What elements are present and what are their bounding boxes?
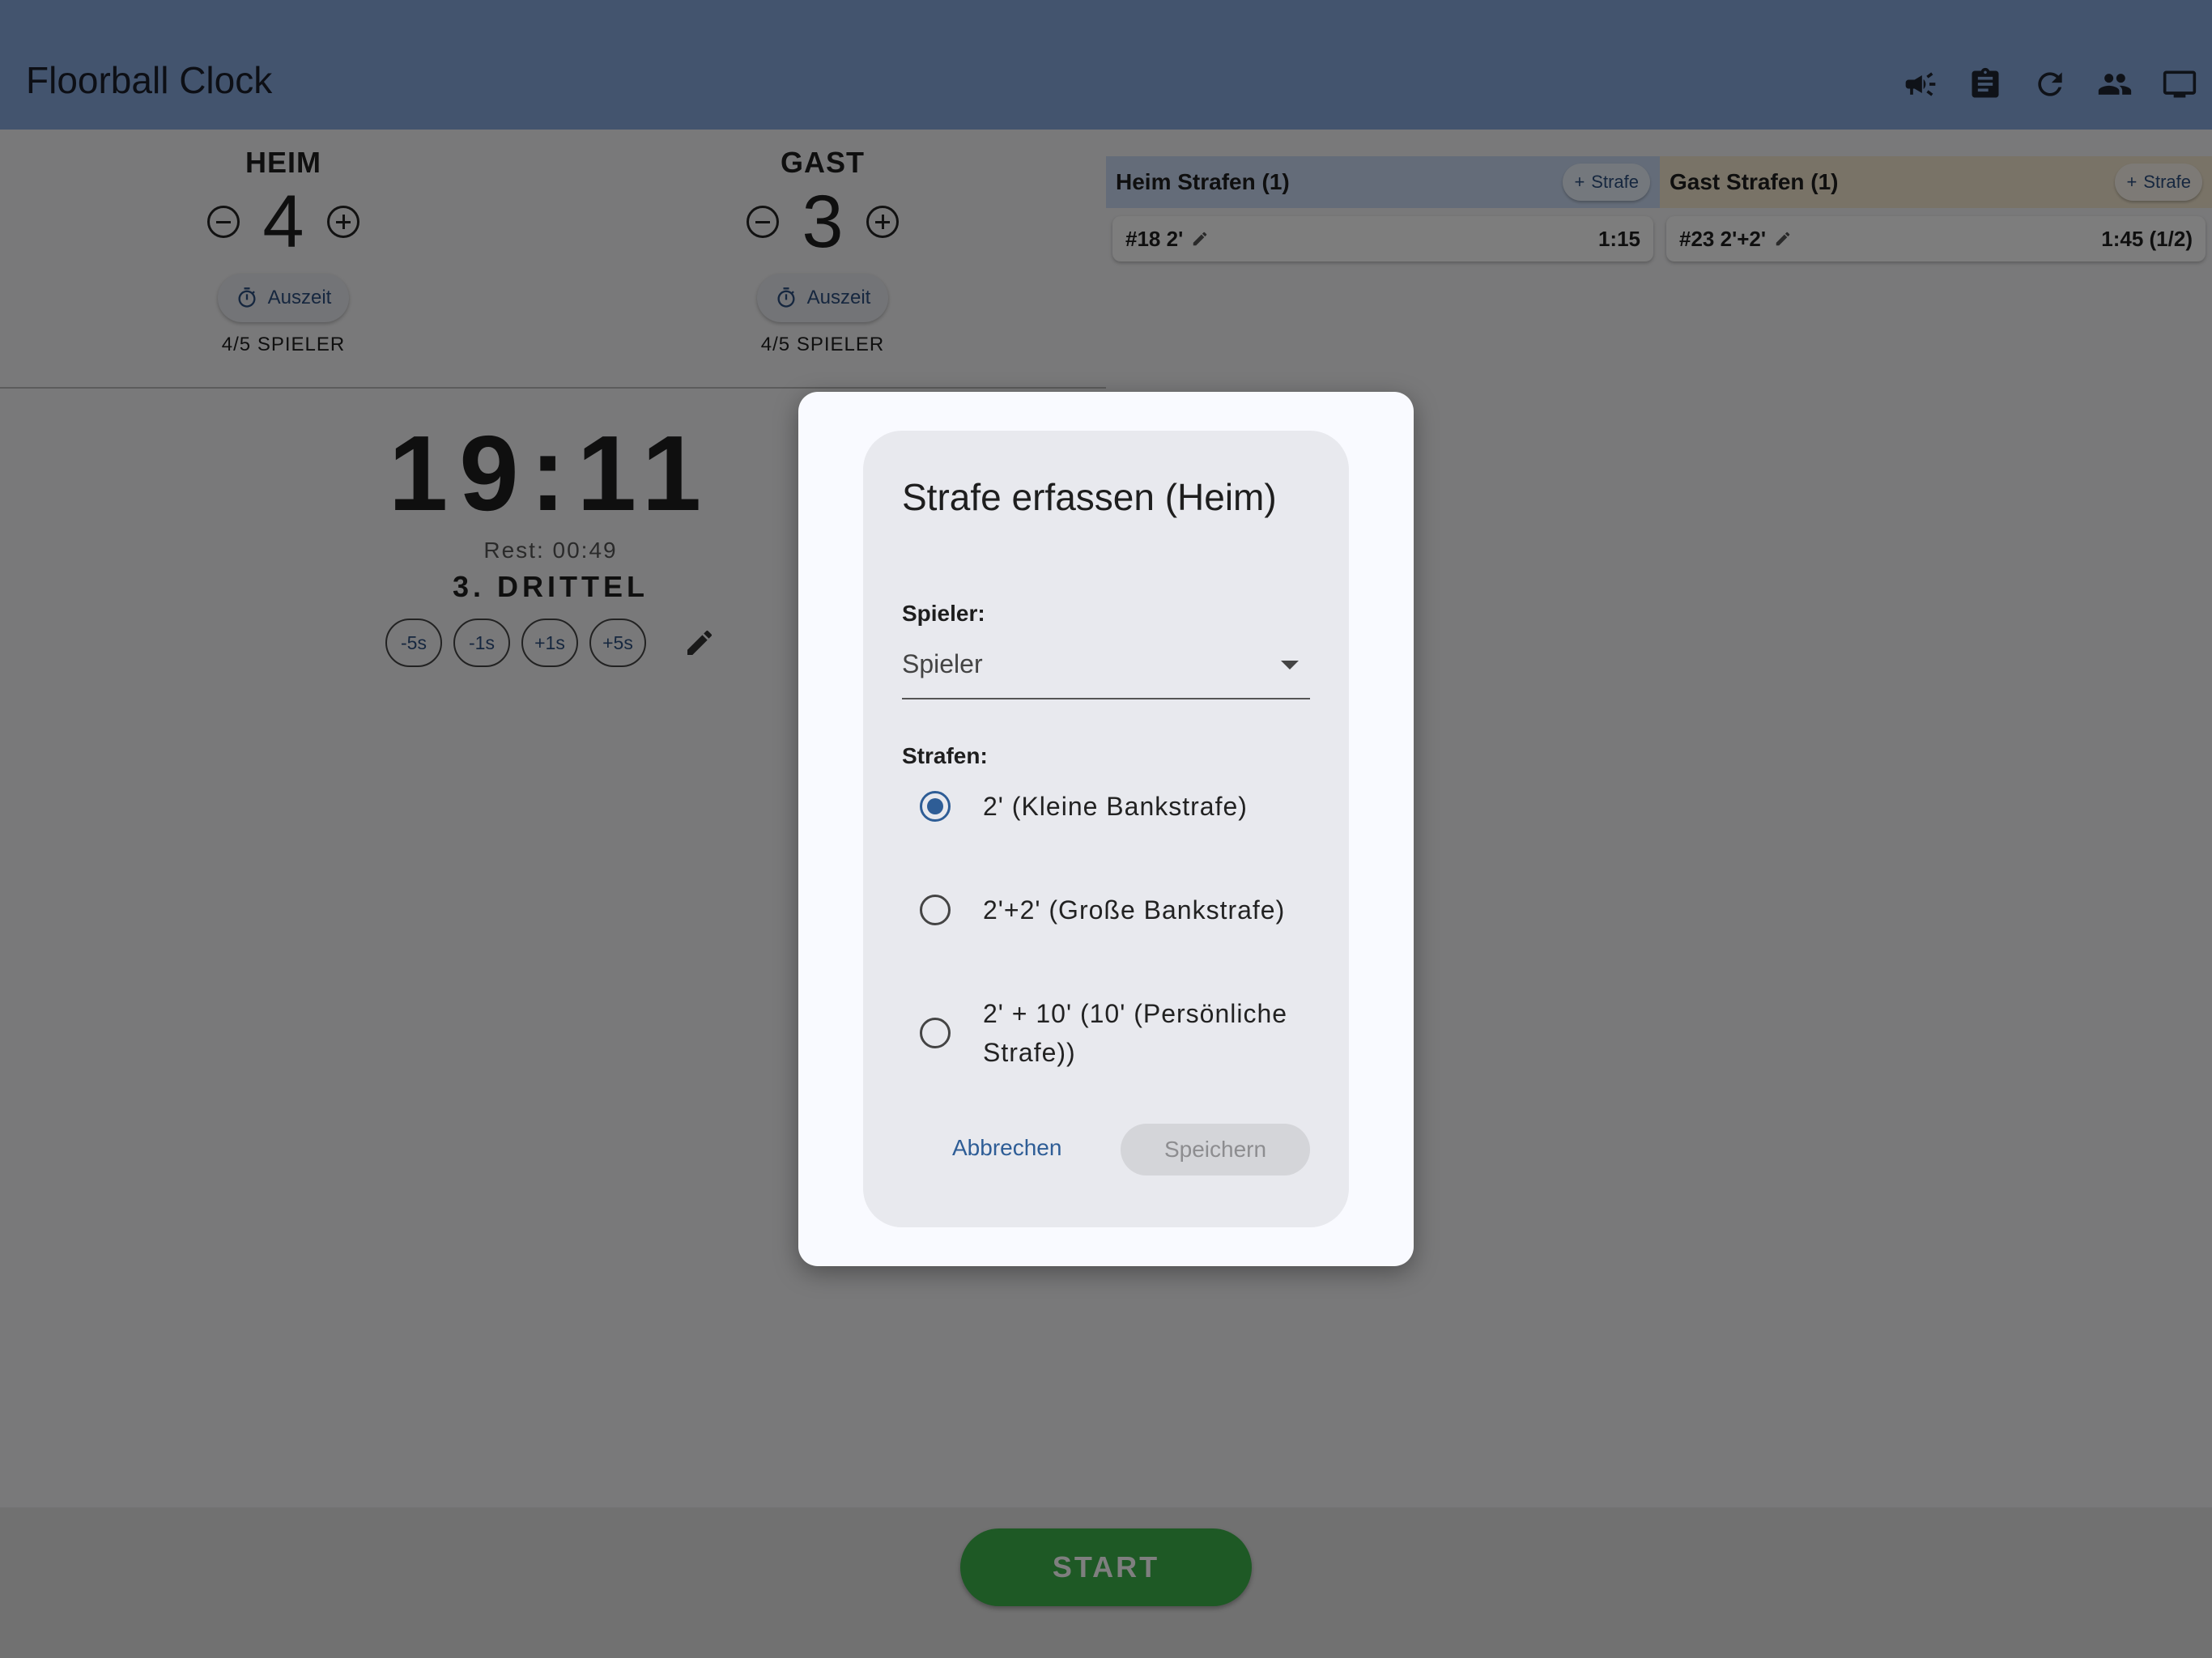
- dialog-title: Strafe erfassen (Heim): [902, 476, 1277, 518]
- radio-unselected[interactable]: [920, 1018, 951, 1048]
- penalties-label: Strafen:: [902, 743, 988, 768]
- radio-selected[interactable]: [920, 791, 951, 822]
- penalty-option-major[interactable]: 2'+2' (Große Bankstrafe): [920, 891, 1308, 929]
- radio-unselected[interactable]: [920, 895, 951, 925]
- player-select[interactable]: Spieler: [902, 633, 1310, 699]
- dropdown-arrow-icon: [1281, 661, 1299, 670]
- save-button[interactable]: Speichern: [1121, 1124, 1310, 1175]
- player-select-value: Spieler: [902, 649, 983, 678]
- cancel-button[interactable]: Abbrechen: [952, 1135, 1061, 1161]
- penalty-option-label: 2' (Kleine Bankstrafe): [983, 792, 1248, 821]
- player-label: Spieler:: [902, 601, 985, 626]
- dialog-container: Strafe erfassen (Heim) Spieler: Spieler …: [798, 392, 1414, 1266]
- penalty-option-label: 2'+2' (Große Bankstrafe): [983, 895, 1286, 925]
- penalty-option-personal[interactable]: 2' + 10' (10' (Persönliche Strafe)): [920, 994, 1308, 1072]
- penalty-dialog: Strafe erfassen (Heim) Spieler: Spieler …: [863, 431, 1349, 1227]
- penalty-option-minor[interactable]: 2' (Kleine Bankstrafe): [920, 787, 1308, 826]
- penalty-option-label: 2' + 10' (10' (Persönliche Strafe)): [983, 999, 1288, 1067]
